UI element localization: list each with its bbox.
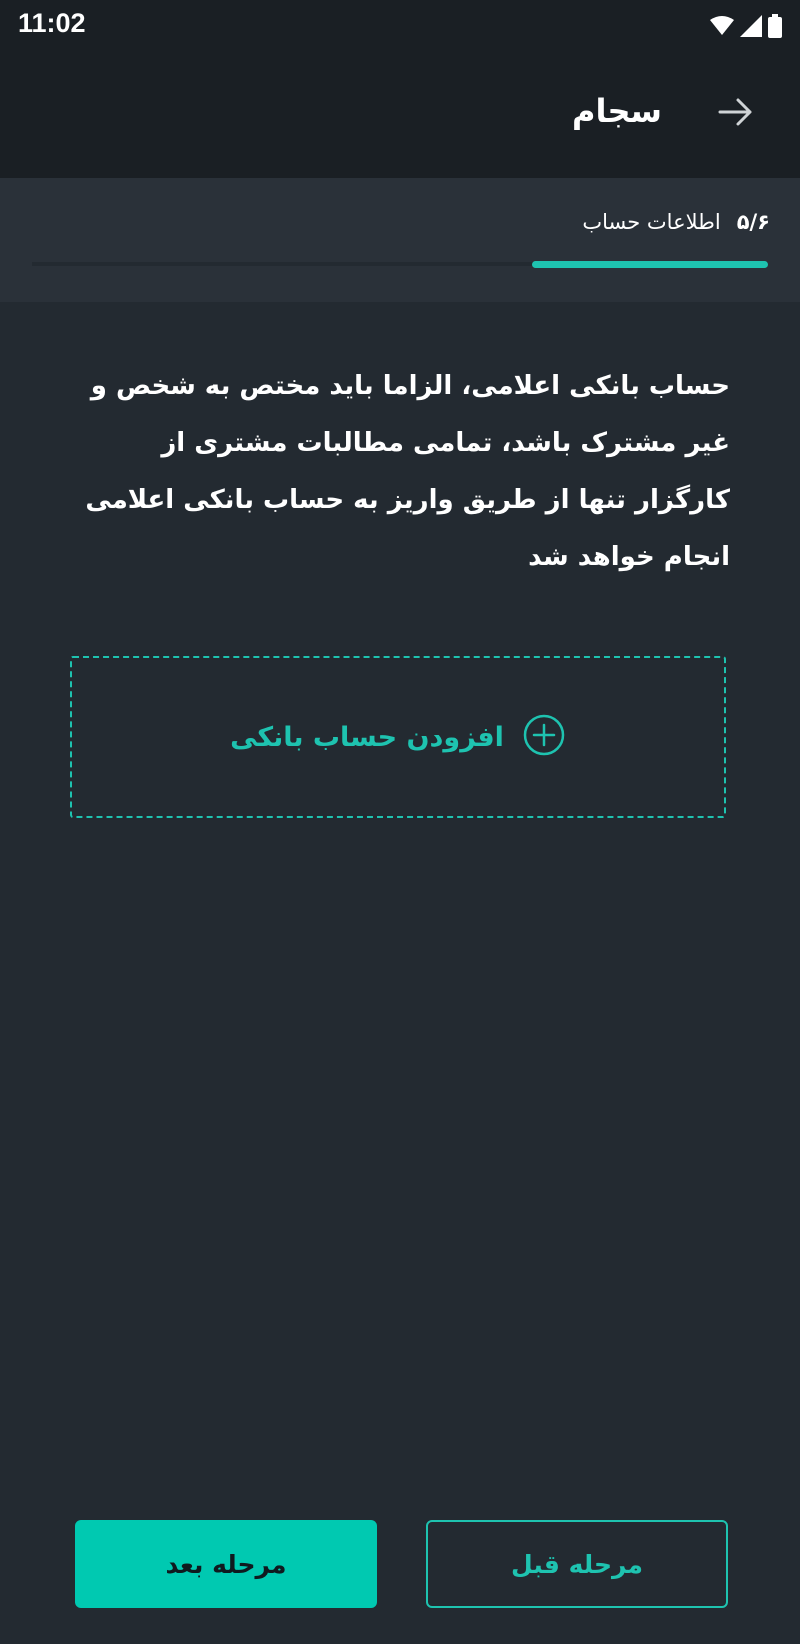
status-time: 11:02 <box>18 8 86 38</box>
signal-icon <box>740 15 762 41</box>
next-step-label: مرحله بعد <box>165 1549 287 1579</box>
app-bar: سجام <box>0 50 800 178</box>
step-title: اطلاعات حساب <box>582 210 721 234</box>
status-icons <box>710 14 782 42</box>
status-bar: 11:02 <box>0 0 800 50</box>
back-button[interactable] <box>712 90 760 138</box>
description-text: حساب بانکی اعلامی، الزاما باید مختص به ش… <box>85 371 730 572</box>
step-count: ۵/۶ <box>736 210 770 234</box>
add-bank-account-label: افزودن حساب بانکی <box>230 721 504 753</box>
previous-step-label: مرحله قبل <box>511 1549 644 1579</box>
battery-icon <box>768 14 782 42</box>
previous-step-button[interactable]: مرحله قبل <box>426 1520 728 1608</box>
arrow-right-icon <box>716 92 756 136</box>
plus-circle-icon <box>522 713 566 761</box>
add-bank-account-button[interactable]: افزودن حساب بانکی <box>70 656 726 818</box>
next-step-button[interactable]: مرحله بعد <box>75 1520 377 1608</box>
progress-fill <box>532 261 768 268</box>
screen: 11:02 سجام ۵/۶ اطلاعات حساب حساب بانکی ا… <box>0 0 800 1644</box>
wifi-icon <box>710 16 734 40</box>
stepper: ۵/۶ اطلاعات حساب <box>0 178 800 302</box>
page-title: سجام <box>572 92 662 130</box>
step-label: ۵/۶ اطلاعات حساب <box>582 210 770 234</box>
